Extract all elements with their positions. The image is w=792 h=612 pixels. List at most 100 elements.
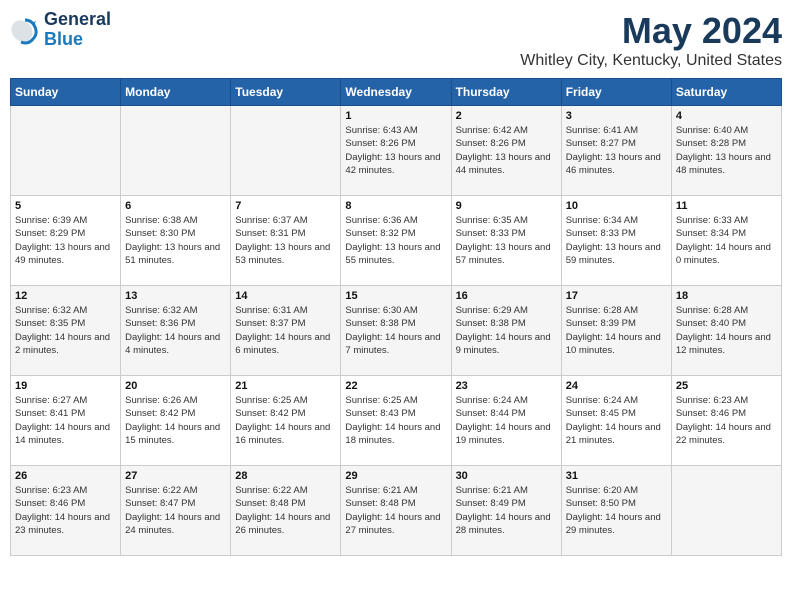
day-number: 9 [456,200,557,212]
col-wednesday: Wednesday [341,79,451,106]
calendar-cell: 14 Sunrise: 6:31 AM Sunset: 8:37 PM Dayl… [231,286,341,376]
col-thursday: Thursday [451,79,561,106]
day-number: 30 [456,470,557,482]
calendar-cell [231,106,341,196]
calendar-cell [671,466,781,556]
calendar-cell: 9 Sunrise: 6:35 AM Sunset: 8:33 PM Dayli… [451,196,561,286]
calendar-body: 1 Sunrise: 6:43 AM Sunset: 8:26 PM Dayli… [11,106,782,556]
col-saturday: Saturday [671,79,781,106]
day-info: Sunrise: 6:41 AM Sunset: 8:27 PM Dayligh… [566,124,667,177]
calendar-week-2: 12 Sunrise: 6:32 AM Sunset: 8:35 PM Dayl… [11,286,782,376]
day-number: 12 [15,290,116,302]
calendar-cell: 26 Sunrise: 6:23 AM Sunset: 8:46 PM Dayl… [11,466,121,556]
col-sunday: Sunday [11,79,121,106]
day-number: 5 [15,200,116,212]
calendar-cell: 5 Sunrise: 6:39 AM Sunset: 8:29 PM Dayli… [11,196,121,286]
logo-icon [10,15,40,45]
calendar-cell: 8 Sunrise: 6:36 AM Sunset: 8:32 PM Dayli… [341,196,451,286]
calendar-cell: 4 Sunrise: 6:40 AM Sunset: 8:28 PM Dayli… [671,106,781,196]
day-info: Sunrise: 6:43 AM Sunset: 8:26 PM Dayligh… [345,124,446,177]
day-info: Sunrise: 6:39 AM Sunset: 8:29 PM Dayligh… [15,214,116,267]
calendar-cell: 30 Sunrise: 6:21 AM Sunset: 8:49 PM Dayl… [451,466,561,556]
day-number: 16 [456,290,557,302]
day-number: 15 [345,290,446,302]
day-number: 17 [566,290,667,302]
day-info: Sunrise: 6:29 AM Sunset: 8:38 PM Dayligh… [456,304,557,357]
calendar-cell: 10 Sunrise: 6:34 AM Sunset: 8:33 PM Dayl… [561,196,671,286]
calendar-week-0: 1 Sunrise: 6:43 AM Sunset: 8:26 PM Dayli… [11,106,782,196]
calendar-cell: 29 Sunrise: 6:21 AM Sunset: 8:48 PM Dayl… [341,466,451,556]
main-title: May 2024 [520,10,782,52]
title-area: May 2024 Whitley City, Kentucky, United … [520,10,782,70]
day-number: 4 [676,110,777,122]
day-info: Sunrise: 6:37 AM Sunset: 8:31 PM Dayligh… [235,214,336,267]
day-info: Sunrise: 6:24 AM Sunset: 8:45 PM Dayligh… [566,394,667,447]
calendar-cell: 7 Sunrise: 6:37 AM Sunset: 8:31 PM Dayli… [231,196,341,286]
day-info: Sunrise: 6:33 AM Sunset: 8:34 PM Dayligh… [676,214,777,267]
calendar-week-3: 19 Sunrise: 6:27 AM Sunset: 8:41 PM Dayl… [11,376,782,466]
day-number: 26 [15,470,116,482]
day-info: Sunrise: 6:36 AM Sunset: 8:32 PM Dayligh… [345,214,446,267]
calendar-cell: 12 Sunrise: 6:32 AM Sunset: 8:35 PM Dayl… [11,286,121,376]
day-number: 23 [456,380,557,392]
day-info: Sunrise: 6:23 AM Sunset: 8:46 PM Dayligh… [15,484,116,537]
calendar-cell: 22 Sunrise: 6:25 AM Sunset: 8:43 PM Dayl… [341,376,451,466]
calendar-cell [121,106,231,196]
day-info: Sunrise: 6:28 AM Sunset: 8:40 PM Dayligh… [676,304,777,357]
day-info: Sunrise: 6:23 AM Sunset: 8:46 PM Dayligh… [676,394,777,447]
logo: General Blue [10,10,111,50]
day-number: 27 [125,470,226,482]
day-number: 21 [235,380,336,392]
day-number: 8 [345,200,446,212]
day-info: Sunrise: 6:42 AM Sunset: 8:26 PM Dayligh… [456,124,557,177]
day-number: 2 [456,110,557,122]
calendar-cell: 31 Sunrise: 6:20 AM Sunset: 8:50 PM Dayl… [561,466,671,556]
calendar-cell: 25 Sunrise: 6:23 AM Sunset: 8:46 PM Dayl… [671,376,781,466]
calendar-cell: 1 Sunrise: 6:43 AM Sunset: 8:26 PM Dayli… [341,106,451,196]
calendar-cell: 28 Sunrise: 6:22 AM Sunset: 8:48 PM Dayl… [231,466,341,556]
day-info: Sunrise: 6:27 AM Sunset: 8:41 PM Dayligh… [15,394,116,447]
calendar-cell: 16 Sunrise: 6:29 AM Sunset: 8:38 PM Dayl… [451,286,561,376]
logo-line1: General [44,10,111,30]
calendar-cell: 20 Sunrise: 6:26 AM Sunset: 8:42 PM Dayl… [121,376,231,466]
calendar-cell: 2 Sunrise: 6:42 AM Sunset: 8:26 PM Dayli… [451,106,561,196]
day-info: Sunrise: 6:35 AM Sunset: 8:33 PM Dayligh… [456,214,557,267]
day-number: 19 [15,380,116,392]
day-number: 22 [345,380,446,392]
day-number: 11 [676,200,777,212]
day-info: Sunrise: 6:22 AM Sunset: 8:48 PM Dayligh… [235,484,336,537]
col-monday: Monday [121,79,231,106]
day-number: 14 [235,290,336,302]
calendar-cell: 19 Sunrise: 6:27 AM Sunset: 8:41 PM Dayl… [11,376,121,466]
day-number: 20 [125,380,226,392]
calendar-cell: 15 Sunrise: 6:30 AM Sunset: 8:38 PM Dayl… [341,286,451,376]
calendar-cell: 13 Sunrise: 6:32 AM Sunset: 8:36 PM Dayl… [121,286,231,376]
day-number: 6 [125,200,226,212]
day-info: Sunrise: 6:28 AM Sunset: 8:39 PM Dayligh… [566,304,667,357]
day-number: 29 [345,470,446,482]
calendar-week-1: 5 Sunrise: 6:39 AM Sunset: 8:29 PM Dayli… [11,196,782,286]
calendar-cell: 6 Sunrise: 6:38 AM Sunset: 8:30 PM Dayli… [121,196,231,286]
day-info: Sunrise: 6:40 AM Sunset: 8:28 PM Dayligh… [676,124,777,177]
day-number: 7 [235,200,336,212]
calendar-cell: 11 Sunrise: 6:33 AM Sunset: 8:34 PM Dayl… [671,196,781,286]
calendar-cell: 18 Sunrise: 6:28 AM Sunset: 8:40 PM Dayl… [671,286,781,376]
day-number: 13 [125,290,226,302]
day-info: Sunrise: 6:38 AM Sunset: 8:30 PM Dayligh… [125,214,226,267]
calendar-cell: 3 Sunrise: 6:41 AM Sunset: 8:27 PM Dayli… [561,106,671,196]
calendar-cell: 23 Sunrise: 6:24 AM Sunset: 8:44 PM Dayl… [451,376,561,466]
day-info: Sunrise: 6:30 AM Sunset: 8:38 PM Dayligh… [345,304,446,357]
col-tuesday: Tuesday [231,79,341,106]
calendar-cell: 27 Sunrise: 6:22 AM Sunset: 8:47 PM Dayl… [121,466,231,556]
day-info: Sunrise: 6:21 AM Sunset: 8:48 PM Dayligh… [345,484,446,537]
day-number: 25 [676,380,777,392]
calendar-cell: 24 Sunrise: 6:24 AM Sunset: 8:45 PM Dayl… [561,376,671,466]
day-number: 3 [566,110,667,122]
header-row: Sunday Monday Tuesday Wednesday Thursday… [11,79,782,106]
day-info: Sunrise: 6:24 AM Sunset: 8:44 PM Dayligh… [456,394,557,447]
day-number: 18 [676,290,777,302]
day-info: Sunrise: 6:20 AM Sunset: 8:50 PM Dayligh… [566,484,667,537]
day-info: Sunrise: 6:25 AM Sunset: 8:42 PM Dayligh… [235,394,336,447]
day-number: 24 [566,380,667,392]
day-info: Sunrise: 6:26 AM Sunset: 8:42 PM Dayligh… [125,394,226,447]
